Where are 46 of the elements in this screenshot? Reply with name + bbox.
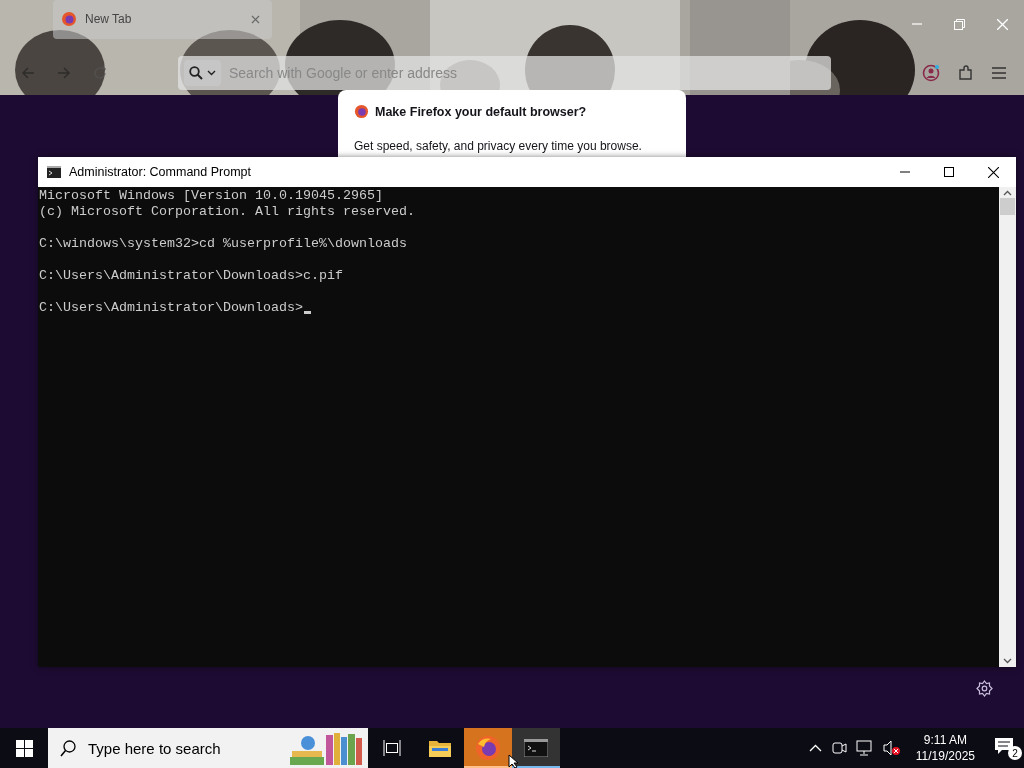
folder-icon	[428, 738, 452, 758]
account-icon[interactable]	[922, 63, 940, 82]
console-line: C:\Users\Administrator\Downloads>c.pif	[39, 268, 343, 284]
browser-logo-icon	[61, 11, 77, 27]
popup-text: Get speed, safety, and privacy every time you browse.	[354, 139, 643, 153]
mouse-pointer-icon	[508, 754, 520, 768]
chevron-up-icon[interactable]	[808, 744, 822, 752]
volume-muted-icon[interactable]	[882, 740, 901, 756]
search-bar[interactable]: Type here to search	[48, 728, 368, 768]
maximize-icon[interactable]	[944, 166, 954, 177]
date-text: 11/19/2025	[915, 748, 975, 764]
browser-logo-icon	[475, 735, 501, 761]
console-icon	[47, 166, 61, 178]
puzzle-icon[interactable]	[958, 64, 974, 81]
clock[interactable]: 9:11 AM 11/19/2025	[915, 732, 975, 764]
settings-icon[interactable]	[976, 680, 993, 697]
caret-icon	[207, 69, 216, 76]
search-engine-button[interactable]	[184, 59, 221, 86]
console-line: (c) Microsoft Corporation. All rights reserved.	[39, 204, 415, 220]
network-icon[interactable]	[855, 740, 874, 756]
scroll-up-icon[interactable]	[1003, 190, 1012, 196]
scrollbar[interactable]	[999, 187, 1016, 667]
search-field[interactable]: Type here to search	[86, 738, 280, 758]
windows-logo-icon	[15, 739, 33, 757]
search-icon	[189, 65, 203, 80]
notification-count: 2	[1008, 746, 1022, 760]
console-line: C:\Users\Administrator\Downloads>	[39, 300, 303, 316]
task-view-icon	[383, 740, 401, 756]
search-icon	[60, 739, 76, 757]
browser-logo-icon	[354, 104, 369, 119]
scroll-down-icon[interactable]	[1003, 658, 1012, 664]
meet-icon[interactable]	[830, 740, 847, 756]
console-line: C:\windows\system32>cd %userprofile%\downloads	[39, 236, 407, 252]
text-cursor	[303, 311, 311, 314]
reload-icon[interactable]	[92, 64, 108, 81]
window-title: Administrator: Command Prompt	[69, 165, 251, 179]
menu-icon[interactable]	[992, 66, 1006, 79]
close-icon[interactable]	[988, 166, 999, 178]
scroll-thumb[interactable]	[1000, 198, 1015, 215]
console-line: Microsoft Windows [Version 10.0.19045.2965]	[39, 188, 383, 204]
time-text: 9:11 AM	[923, 732, 967, 748]
taskbar-app-button[interactable]	[512, 728, 560, 768]
console-icon	[524, 739, 548, 757]
popup-title: Make Firefox your default browser?	[375, 104, 587, 119]
browser-tab[interactable]: New Tab	[53, 0, 272, 39]
notifications-icon[interactable]	[994, 736, 1014, 756]
